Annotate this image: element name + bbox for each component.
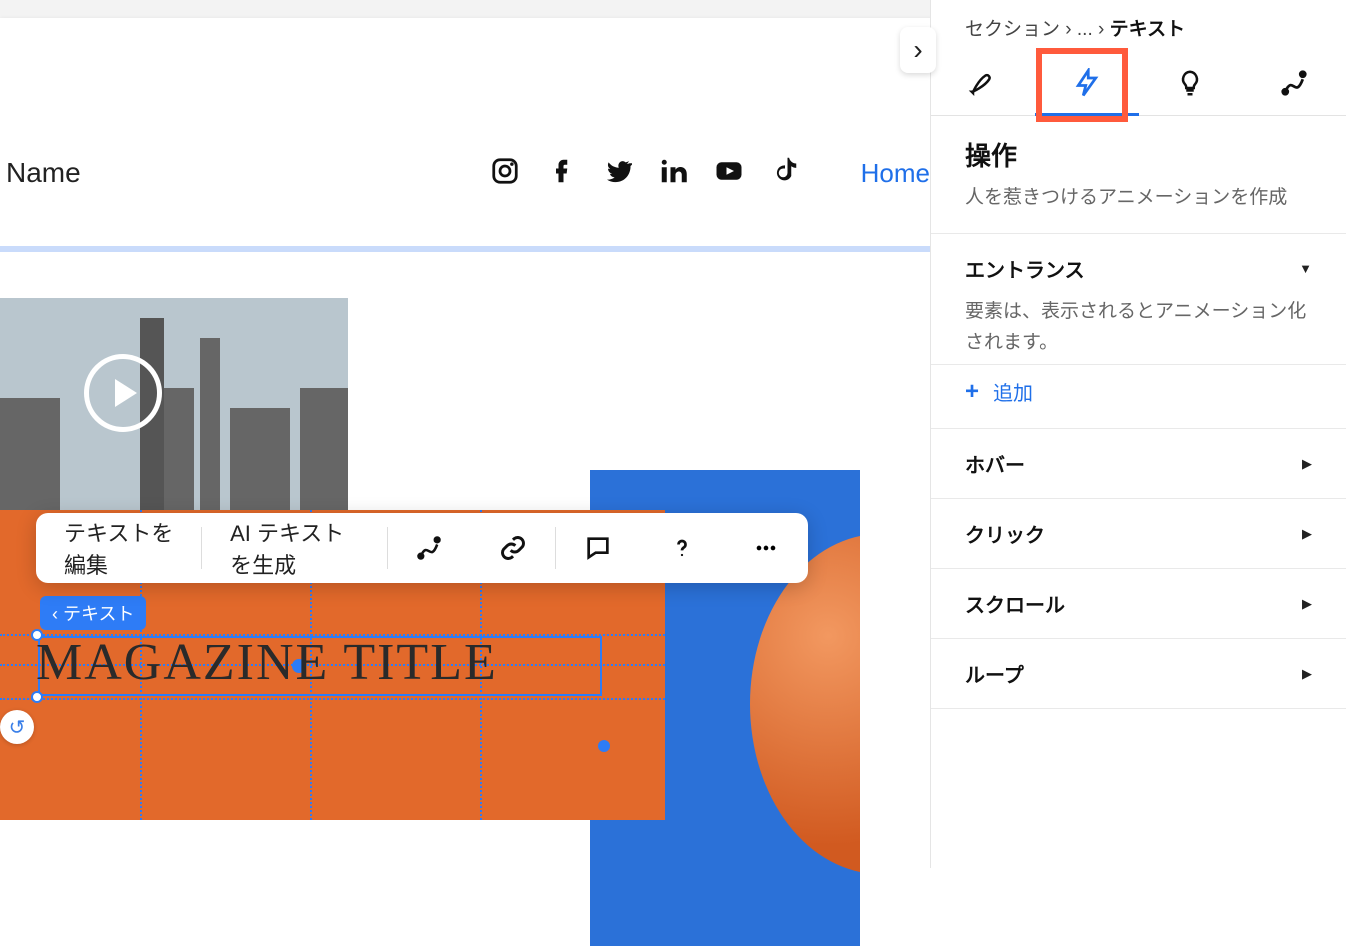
click-title: クリック (965, 519, 1045, 548)
scroll-title: スクロール (965, 589, 1065, 618)
caret-right-icon (1302, 595, 1312, 613)
actions-description: 人を惹きつけるアニメーションを作成 (965, 183, 1312, 213)
help-button[interactable] (640, 513, 724, 583)
undo-button[interactable]: ↺ (0, 710, 34, 744)
site-name-text[interactable]: Name (6, 157, 81, 189)
edit-text-button[interactable]: テキストを編集 (36, 513, 201, 583)
link-button[interactable] (471, 513, 555, 583)
magazine-title-text[interactable]: MAGAZINE TITLE (36, 633, 498, 692)
sphere-graphic (750, 534, 860, 874)
site-header-row: Name Home (0, 143, 930, 203)
breadcrumb[interactable]: セクション › ... › テキスト (931, 0, 1346, 51)
caret-right-icon (1302, 455, 1312, 473)
section-hover[interactable]: ホバー (931, 429, 1346, 499)
caret-right-icon (1302, 525, 1312, 543)
comment-button[interactable] (556, 513, 640, 583)
caret-right-icon (1302, 665, 1312, 683)
inspector-tabs (931, 51, 1346, 116)
more-options-button[interactable] (724, 513, 808, 583)
breadcrumb-ellipsis[interactable]: ... (1077, 19, 1093, 40)
entrance-header[interactable]: エントランス (965, 254, 1312, 283)
section-scroll[interactable]: スクロール (931, 569, 1346, 639)
youtube-icon[interactable] (714, 156, 744, 191)
guide-line (0, 698, 665, 700)
video-thumbnail[interactable] (0, 298, 348, 518)
section-click[interactable]: クリック (931, 499, 1346, 569)
tab-effects[interactable] (1242, 51, 1346, 115)
breadcrumb-root[interactable]: セクション (965, 19, 1060, 40)
linkedin-icon[interactable] (658, 156, 688, 191)
caret-down-icon (1299, 260, 1312, 278)
resize-handle[interactable] (598, 740, 610, 752)
hover-title: ホバー (965, 449, 1025, 478)
section-actions: 操作 人を惹きつけるアニメーションを作成 (931, 116, 1346, 234)
expand-panel-button[interactable] (900, 27, 936, 73)
inspector-panel: セクション › ... › テキスト 操作 人を惹きつけるアニメーションを作成 … (930, 0, 1346, 868)
section-divider (0, 246, 930, 252)
breadcrumb-sep: › (1098, 19, 1104, 40)
tab-ideas[interactable] (1139, 51, 1243, 115)
section-loop[interactable]: ループ (931, 639, 1346, 709)
entrance-description: 要素は、表示されるとアニメーション化されます。 (965, 297, 1312, 358)
breadcrumb-current: テキスト (1110, 19, 1185, 40)
text-floating-toolbar: テキストを編集 AI テキストを生成 (36, 513, 808, 583)
loop-title: ループ (965, 659, 1024, 688)
add-label: 追加 (993, 377, 1033, 406)
tiktok-icon[interactable] (770, 156, 800, 191)
social-icons-row (490, 156, 800, 191)
tab-design[interactable] (931, 51, 1035, 115)
animation-path-button[interactable] (387, 513, 471, 583)
instagram-icon[interactable] (490, 156, 520, 191)
section-entrance: エントランス 要素は、表示されるとアニメーション化されます。 (931, 234, 1346, 365)
tab-interactions[interactable] (1035, 51, 1139, 115)
resize-handle[interactable] (31, 691, 43, 703)
breadcrumb-sep: › (1065, 19, 1071, 40)
nav-home-link[interactable]: Home (861, 158, 930, 189)
twitter-icon[interactable] (602, 156, 632, 191)
element-type-tag[interactable]: ‹ テキスト (40, 596, 146, 630)
ai-generate-text-button[interactable]: AI テキストを生成 (202, 513, 387, 583)
play-icon (84, 354, 162, 432)
plus-icon (965, 378, 979, 406)
entrance-title: エントランス (965, 254, 1085, 283)
chevron-right-icon (913, 34, 922, 66)
actions-heading: 操作 (965, 136, 1312, 173)
facebook-icon[interactable] (546, 156, 576, 191)
editor-canvas[interactable]: Name Home ‹ テキスト MAGAZINE TITLE ↺ (0, 78, 930, 868)
add-entrance-button[interactable]: 追加 (931, 365, 1346, 429)
